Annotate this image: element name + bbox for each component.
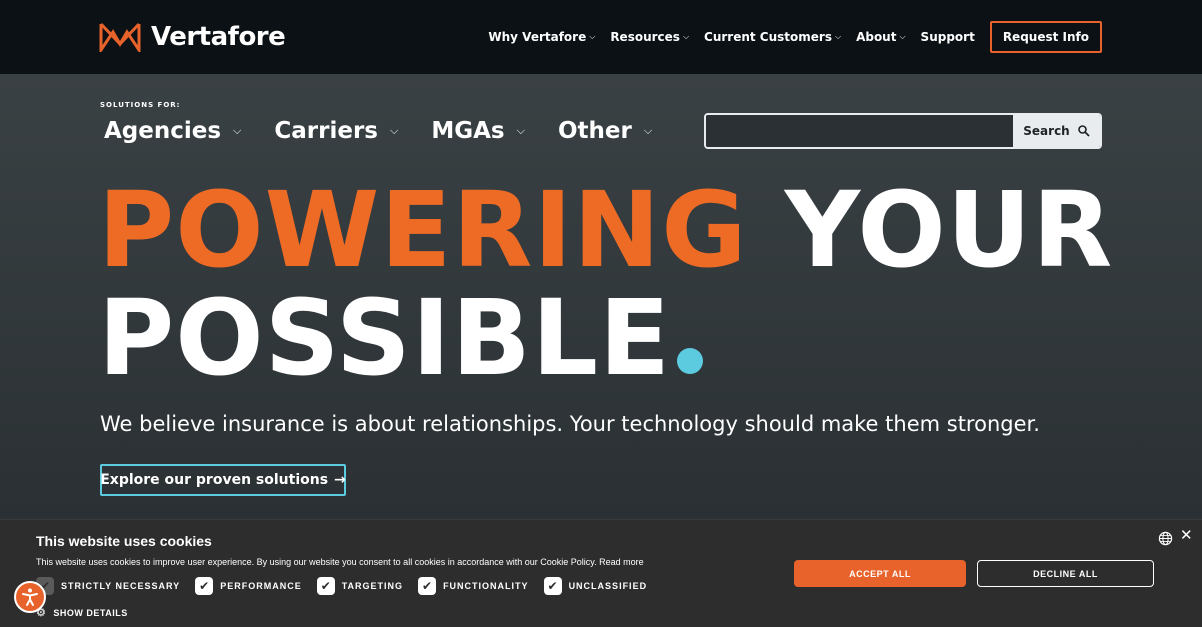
solution-label: Agencies bbox=[104, 118, 222, 144]
checkbox-targeting[interactable]: ✔ bbox=[316, 577, 335, 595]
cookie-options: ✔ STRICTLY NECESSARY ✔ PERFORMANCE ✔ TAR… bbox=[36, 577, 647, 595]
headline-period-dot bbox=[677, 348, 704, 374]
search-button[interactable]: Search bbox=[1013, 115, 1100, 147]
chevron-down-icon: ⌵ bbox=[682, 32, 690, 41]
nav-support[interactable]: Support bbox=[921, 30, 975, 44]
vertafore-logo-icon bbox=[99, 22, 141, 52]
vertafore-logo[interactable]: Vertafore bbox=[99, 20, 286, 54]
request-info-button[interactable]: Request Info bbox=[989, 21, 1102, 53]
chevron-down-icon: ⌵ bbox=[834, 32, 842, 41]
option-label: PERFORMANCE bbox=[220, 581, 302, 591]
decline-all-button[interactable]: DECLINE ALL bbox=[977, 560, 1154, 587]
headline-powering: POWERING bbox=[98, 169, 748, 291]
search-button-label: Search bbox=[1023, 124, 1070, 138]
chevron-down-icon: ⌵ bbox=[390, 124, 399, 137]
chevron-down-icon: ⌵ bbox=[233, 124, 242, 137]
read-more-link[interactable]: Read more bbox=[599, 557, 644, 567]
cookie-option-unclassified[interactable]: ✔ UNCLASSIFIED bbox=[543, 577, 648, 595]
cookie-option-targeting[interactable]: ✔ TARGETING bbox=[316, 577, 404, 595]
solution-mgas[interactable]: MGAs ⌵ bbox=[431, 118, 525, 144]
nav-label: Current Customers bbox=[704, 30, 832, 44]
checkbox-unclassified[interactable]: ✔ bbox=[543, 577, 562, 595]
accept-all-button[interactable]: ACCEPT ALL bbox=[794, 560, 966, 587]
solution-carriers[interactable]: Carriers ⌵ bbox=[274, 118, 398, 144]
logo-text: Vertafore bbox=[151, 22, 286, 52]
explore-solutions-button[interactable]: Explore our proven solutions → bbox=[100, 464, 346, 496]
checkbox-performance[interactable]: ✔ bbox=[195, 577, 214, 595]
cookie-banner: This website uses cookies This website u… bbox=[0, 519, 1202, 627]
show-details-label: SHOW DETAILS bbox=[53, 607, 128, 618]
option-label: FUNCTIONALITY bbox=[443, 581, 529, 591]
headline-line-2: POSSIBLE bbox=[98, 284, 1113, 392]
nav-label: Support bbox=[920, 30, 975, 44]
cookie-text-body: This website uses cookies to improve use… bbox=[36, 557, 597, 567]
search-input[interactable] bbox=[706, 115, 1013, 147]
headline-possible: POSSIBLE bbox=[98, 277, 672, 399]
close-icon[interactable]: ✕ bbox=[1180, 526, 1193, 544]
headline-line-1: POWERING YOUR bbox=[98, 176, 1113, 284]
nav-why-vertafore[interactable]: Why Vertafore ⌵ bbox=[488, 30, 595, 44]
hero-headline: POWERING YOUR POSSIBLE bbox=[98, 176, 1113, 392]
nav-label: Why Vertafore bbox=[488, 30, 587, 44]
option-label: STRICTLY NECESSARY bbox=[61, 581, 181, 591]
accessibility-figure-icon bbox=[22, 588, 38, 606]
cookie-option-performance[interactable]: ✔ PERFORMANCE bbox=[195, 577, 302, 595]
option-label: TARGETING bbox=[341, 581, 404, 591]
solution-other[interactable]: Other ⌵ bbox=[558, 118, 652, 144]
checkbox-functionality[interactable]: ✔ bbox=[418, 577, 437, 595]
cookie-option-strictly-necessary: ✔ STRICTLY NECESSARY bbox=[36, 577, 180, 595]
hero-subline: We believe insurance is about relationsh… bbox=[100, 412, 1040, 436]
cookie-title: This website uses cookies bbox=[36, 533, 212, 549]
cookie-text: This website uses cookies to improve use… bbox=[36, 557, 644, 567]
headline-your: YOUR bbox=[784, 169, 1114, 291]
main-nav: Why Vertafore ⌵ Resources ⌵ Current Custom… bbox=[473, 21, 1102, 53]
nav-resources[interactable]: Resources ⌵ bbox=[610, 30, 689, 44]
globe-icon[interactable] bbox=[1158, 531, 1173, 546]
show-details-toggle[interactable]: ⚙ SHOW DETAILS bbox=[36, 606, 128, 619]
chevron-down-icon: ⌵ bbox=[516, 124, 525, 137]
nav-about[interactable]: About ⌵ bbox=[856, 30, 905, 44]
solution-label: Carriers bbox=[274, 118, 378, 144]
solution-agencies[interactable]: Agencies ⌵ bbox=[104, 118, 241, 144]
nav-current-customers[interactable]: Current Customers ⌵ bbox=[704, 30, 841, 44]
cookie-option-functionality[interactable]: ✔ FUNCTIONALITY bbox=[418, 577, 529, 595]
chevron-down-icon: ⌵ bbox=[589, 32, 596, 41]
chevron-down-icon: ⌵ bbox=[899, 32, 906, 41]
arrow-right-icon: → bbox=[334, 472, 346, 488]
explore-button-label: Explore our proven solutions bbox=[100, 472, 329, 488]
top-navbar: Vertafore Why Vertafore ⌵ Resources ⌵ Curr… bbox=[0, 0, 1202, 74]
chevron-down-icon: ⌵ bbox=[643, 124, 653, 137]
solutions-label: SOLUTIONS FOR: bbox=[100, 101, 181, 109]
option-label: UNCLASSIFIED bbox=[568, 581, 648, 591]
magnifier-icon bbox=[1077, 125, 1090, 137]
nav-label: About bbox=[856, 30, 897, 44]
search-box: Search bbox=[704, 113, 1102, 149]
nav-label: Resources bbox=[610, 30, 680, 44]
solution-label: Other bbox=[557, 118, 632, 144]
solution-label: MGAs bbox=[431, 118, 505, 144]
solutions-menu: Agencies ⌵ Carriers ⌵ MGAs ⌵ Other ⌵ bbox=[104, 118, 652, 144]
accessibility-icon[interactable] bbox=[14, 581, 46, 613]
